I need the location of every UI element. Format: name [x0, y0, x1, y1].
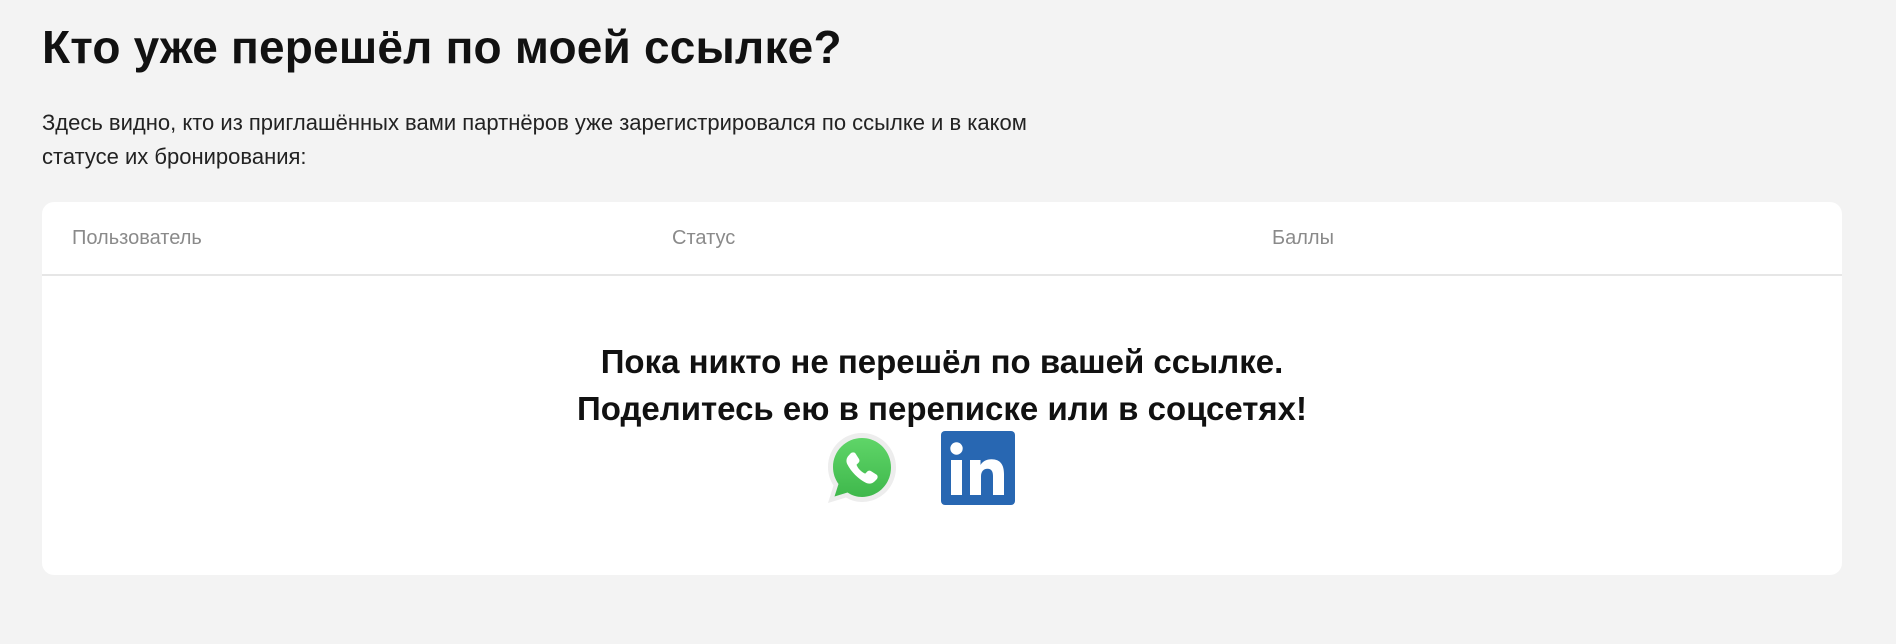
- empty-state-message: Пока никто не перешёл по вашей ссылке. П…: [42, 338, 1842, 432]
- page-title: Кто уже перешёл по моей ссылке?: [42, 21, 842, 73]
- whatsapp-icon: [828, 433, 896, 503]
- share-whatsapp-button[interactable]: [824, 430, 900, 506]
- linkedin-icon: [941, 431, 1015, 505]
- intro-line-1: Здесь видно, кто из приглашённых вами па…: [42, 110, 1027, 135]
- share-linkedin-button[interactable]: [940, 430, 1016, 506]
- intro-text: Здесь видно, кто из приглашённых вами па…: [42, 106, 1222, 174]
- table-header: Пользователь Статус Баллы: [42, 202, 1842, 276]
- empty-state-line-2: Поделитесь ею в переписке или в соцсетях…: [577, 390, 1307, 427]
- intro-line-2: статусе их бронирования:: [42, 144, 307, 169]
- column-header-points: Баллы: [1272, 227, 1334, 249]
- column-header-status: Статус: [672, 227, 736, 249]
- column-header-user: Пользователь: [72, 227, 202, 249]
- referrals-table: Пользователь Статус Баллы Пока никто не …: [42, 202, 1842, 575]
- empty-state-line-1: Пока никто не перешёл по вашей ссылке.: [600, 343, 1284, 380]
